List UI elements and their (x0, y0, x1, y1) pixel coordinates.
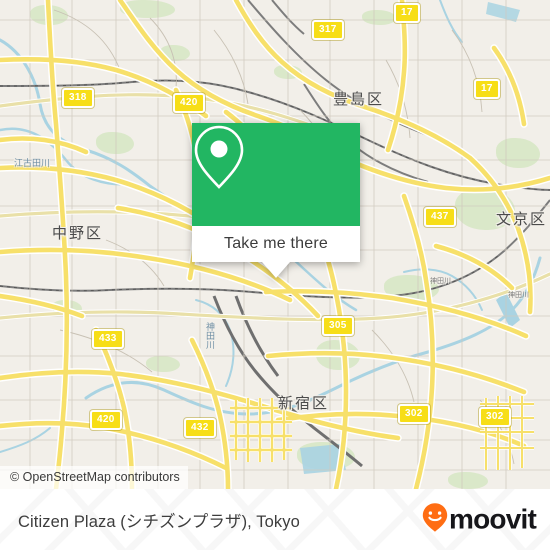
route-shield: 432 (184, 418, 216, 438)
river-label-kandagawa: 神田川 (205, 322, 215, 349)
moovit-map-screenshot: 17 317 318 420 17 437 433 305 420 432 30… (0, 0, 550, 550)
footer-bar: Citizen Plaza (シチズンプラザ), Tokyo moovit (0, 489, 550, 550)
route-shield: 305 (322, 316, 354, 336)
route-shield: 17 (394, 3, 420, 23)
map-canvas[interactable]: 17 317 318 420 17 437 433 305 420 432 30… (0, 0, 550, 489)
road-label: 神田川 (508, 292, 529, 299)
route-shield: 302 (398, 404, 430, 424)
place-title: Citizen Plaza (シチズンプラザ), Tokyo (18, 512, 300, 531)
route-shield: 302 (479, 407, 511, 427)
route-shield: 17 (474, 79, 500, 99)
take-me-there-label: Take me there (224, 235, 328, 252)
road-label: 神田川 (430, 278, 451, 285)
district-label-toshima: 豊島区 (333, 91, 385, 108)
district-label-bunkyo: 文京区 (496, 211, 548, 228)
callout-image-panel (192, 123, 360, 226)
moovit-smiley-pin-icon (422, 502, 448, 537)
district-label-nakano: 中野区 (52, 225, 104, 242)
take-me-there-button[interactable]: Take me there (192, 226, 360, 262)
moovit-wordmark: moovit (449, 503, 537, 535)
callout-tail (262, 262, 290, 278)
route-shield: 433 (92, 329, 124, 349)
route-shield: 437 (424, 207, 456, 227)
map-callout-popup[interactable]: Take me there (192, 123, 360, 278)
river-label-egotagawa: 江古田川 (14, 158, 51, 168)
district-label-shinjuku: 新宿区 (278, 395, 330, 412)
route-shield: 420 (173, 93, 205, 113)
map-attribution[interactable]: © OpenStreetMap contributors (0, 466, 188, 489)
route-shield: 317 (312, 20, 344, 40)
moovit-brand[interactable]: moovit (422, 502, 537, 537)
route-shield: 420 (90, 410, 122, 430)
route-shield: 318 (62, 88, 94, 108)
